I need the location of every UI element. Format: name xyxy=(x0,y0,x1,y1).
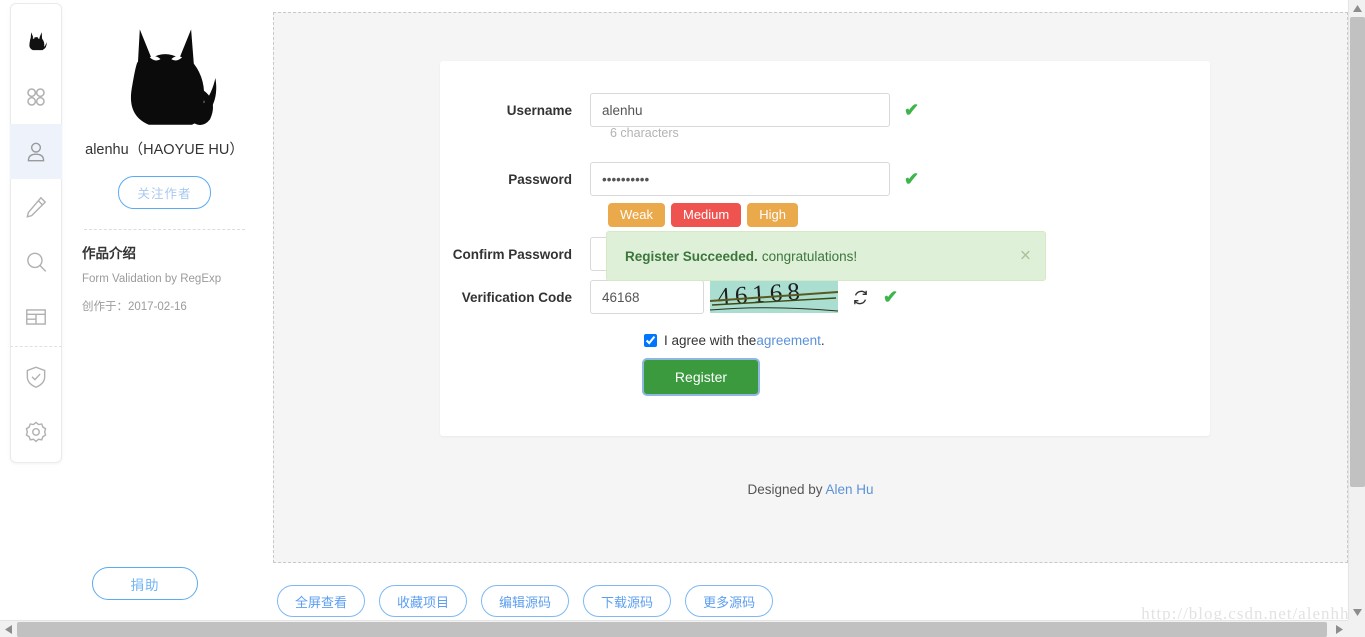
register-button[interactable]: Register xyxy=(644,360,758,394)
donate-button[interactable]: 捐助 xyxy=(92,567,198,600)
captcha-image[interactable]: 46168 xyxy=(710,281,838,313)
refresh-captcha-icon[interactable] xyxy=(852,289,869,306)
username-row: Username ✔ xyxy=(440,93,919,127)
profile-panel: alenhu（HAOYUE HU） 关注作者 作品介绍 Form Validat… xyxy=(72,10,257,314)
profile-created-date: 创作于：2017-02-16 xyxy=(82,301,187,313)
follow-author-button[interactable]: 关注作者 xyxy=(118,176,211,209)
sidebar-item-user[interactable] xyxy=(10,124,62,179)
sidebar-item-logo[interactable] xyxy=(10,14,62,69)
download-source-button[interactable]: 下载源码 xyxy=(583,585,672,617)
scroll-up-icon[interactable] xyxy=(1349,0,1365,17)
sidebar-item-settings[interactable] xyxy=(10,404,62,459)
cat-avatar-icon xyxy=(130,29,216,126)
fullscreen-view-button[interactable]: 全屏查看 xyxy=(277,585,366,617)
username-input[interactable] xyxy=(590,93,890,127)
designed-by-prefix: Designed by xyxy=(747,482,826,497)
preview-area: Username ✔ 6 characters Password ✔ Weak … xyxy=(273,12,1348,563)
grid-apps-icon xyxy=(27,87,45,106)
verification-check-icon: ✔ xyxy=(883,287,899,307)
horizontal-scrollbar[interactable] xyxy=(0,620,1348,637)
gear-icon xyxy=(25,421,47,442)
designed-by: Designed by Alen Hu xyxy=(274,482,1347,497)
success-alert: Register Succeeded. congratulations! × xyxy=(606,231,1046,281)
agreement-checkbox[interactable] xyxy=(644,334,657,347)
scrollbar-corner xyxy=(1348,620,1365,637)
vertical-scrollbar[interactable] xyxy=(1348,0,1365,621)
user-icon xyxy=(27,142,45,161)
profile-section-title: 作品介绍 xyxy=(82,246,136,261)
alert-message-text: congratulations! xyxy=(761,248,858,264)
password-strength-meter: Weak Medium High xyxy=(608,203,798,227)
profile-divider xyxy=(84,229,245,230)
alert-strong-text: Register Succeeded. xyxy=(625,248,758,264)
designer-link[interactable]: Alen Hu xyxy=(826,482,874,497)
close-icon[interactable]: × xyxy=(1020,247,1031,266)
scroll-down-icon[interactable] xyxy=(1349,604,1365,621)
app-window: alenhu（HAOYUE HU） 关注作者 作品介绍 Form Validat… xyxy=(0,0,1365,637)
vertical-scrollbar-thumb[interactable] xyxy=(1350,17,1365,487)
pencil-icon xyxy=(26,196,47,218)
action-button-bar: 全屏查看 收藏项目 编辑源码 下载源码 更多源码 xyxy=(277,585,774,617)
search-icon xyxy=(27,252,47,272)
strength-badge-high[interactable]: High xyxy=(747,203,798,227)
profile-name: alenhu（HAOYUE HU） xyxy=(85,142,244,158)
scroll-right-icon[interactable] xyxy=(1331,621,1348,637)
password-check-icon: ✔ xyxy=(904,169,920,189)
username-check-icon: ✔ xyxy=(904,100,920,120)
more-source-button[interactable]: 更多源码 xyxy=(685,585,774,617)
verification-label: Verification Code xyxy=(461,289,572,305)
registration-card: Username ✔ 6 characters Password ✔ Weak … xyxy=(440,61,1210,436)
confirm-password-label: Confirm Password xyxy=(452,246,572,262)
icon-rail xyxy=(10,3,62,463)
scroll-left-icon[interactable] xyxy=(0,621,17,637)
sidebar-item-edit[interactable] xyxy=(10,179,62,234)
layout-table-icon xyxy=(26,308,46,325)
rail-divider xyxy=(10,346,62,347)
cat-logo-icon xyxy=(29,31,47,50)
verification-input[interactable] xyxy=(590,280,704,314)
verification-row: Verification Code 46168 46168 ✔ xyxy=(440,280,898,314)
agreement-row: I agree with the agreement . xyxy=(644,333,825,348)
password-input[interactable] xyxy=(590,162,890,196)
username-label: Username xyxy=(506,102,572,118)
strength-badge-weak[interactable]: Weak xyxy=(608,203,665,227)
shield-check-icon xyxy=(26,365,46,388)
sidebar-item-shield[interactable] xyxy=(10,349,62,404)
sidebar-item-apps[interactable] xyxy=(10,69,62,124)
edit-source-button[interactable]: 编辑源码 xyxy=(481,585,570,617)
profile-description: Form Validation by RegExp xyxy=(82,273,222,285)
horizontal-scrollbar-thumb[interactable] xyxy=(17,622,1327,637)
favorite-project-button[interactable]: 收藏项目 xyxy=(379,585,468,617)
agreement-text: I agree with the xyxy=(664,333,757,348)
sidebar-item-search[interactable] xyxy=(10,234,62,289)
strength-badge-medium[interactable]: Medium xyxy=(671,203,742,227)
password-label: Password xyxy=(508,171,572,187)
username-hint: 6 characters xyxy=(610,126,679,140)
agreement-period: . xyxy=(820,333,825,348)
sidebar-item-layout[interactable] xyxy=(10,289,62,344)
password-row: Password ✔ xyxy=(440,162,919,196)
agreement-link[interactable]: agreement xyxy=(756,333,821,348)
